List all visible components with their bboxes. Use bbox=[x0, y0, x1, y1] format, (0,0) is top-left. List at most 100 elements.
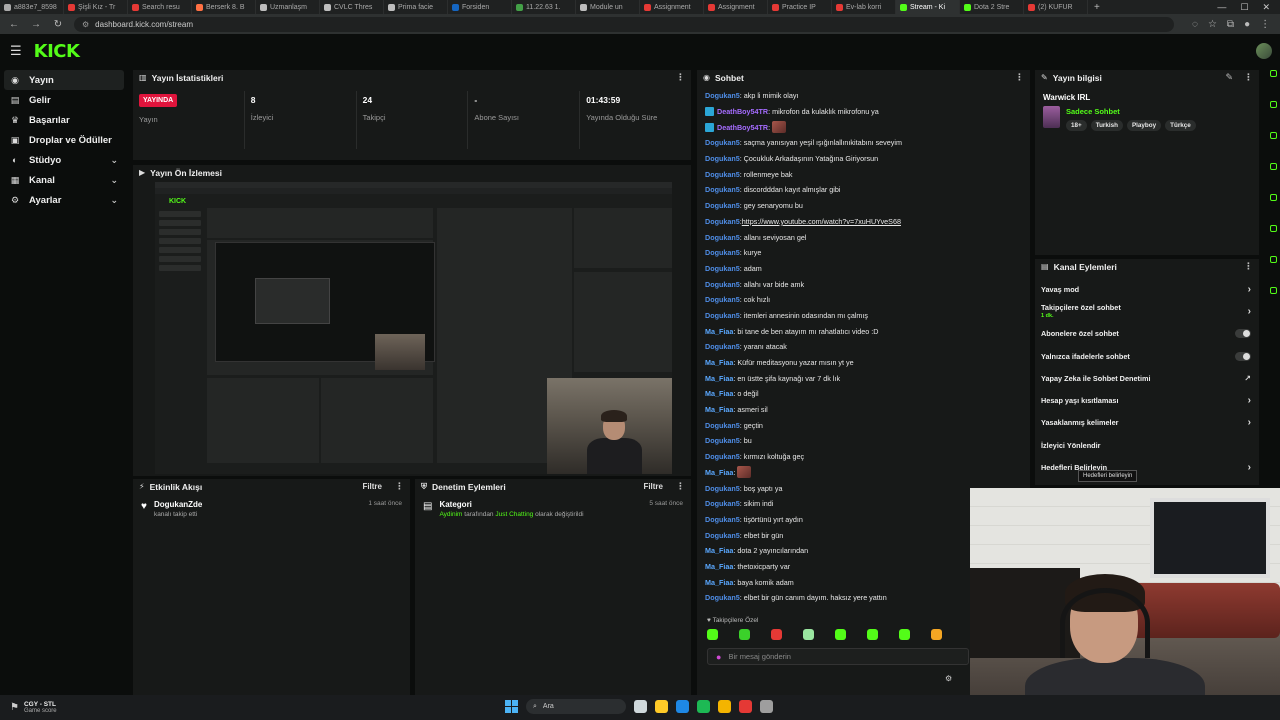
emote-icon[interactable] bbox=[739, 629, 750, 640]
bookmark-star-icon[interactable]: ☆ bbox=[1208, 19, 1217, 30]
chat-username[interactable]: Dogukan5 bbox=[705, 138, 740, 147]
chat-username[interactable]: Dogukan5 bbox=[705, 531, 740, 540]
chat-username[interactable]: Dogukan5 bbox=[705, 201, 740, 210]
stream-preview-video[interactable]: KICK bbox=[155, 182, 672, 474]
sidebar-item-5[interactable]: ▦ Kanal ⌄ bbox=[4, 170, 124, 190]
taskbar-app-icon[interactable] bbox=[739, 700, 752, 713]
channel-action-item[interactable]: Hedefleri Belirleyin › bbox=[1035, 456, 1259, 478]
chat-link[interactable]: https://www.youtube.com/watch?v=7xuHUYve… bbox=[742, 217, 901, 226]
chat-username[interactable]: Dogukan5 bbox=[705, 342, 740, 351]
channel-action-item[interactable]: Yalnızca ifadelerle sohbet bbox=[1035, 345, 1259, 367]
chat-username[interactable]: Dogukan5 bbox=[705, 499, 740, 508]
chat-username[interactable]: Dogukan5 bbox=[705, 295, 740, 304]
channel-action-item[interactable]: Yasaklanmış kelimeler › bbox=[1035, 412, 1259, 434]
chat-username[interactable]: Dogukan5 bbox=[705, 154, 740, 163]
browser-tab[interactable]: Ev-lab korri bbox=[832, 0, 896, 14]
eye-off-icon[interactable]: ◌ bbox=[1192, 19, 1198, 30]
stream-tag[interactable]: Playboy bbox=[1126, 120, 1162, 131]
channel-action-item[interactable]: Yavaş mod › bbox=[1035, 278, 1259, 300]
more-options-icon[interactable]: ⋮ bbox=[1015, 72, 1024, 83]
hamburger-menu-icon[interactable]: ☰ bbox=[10, 43, 22, 59]
chat-settings-icon[interactable]: ⚙ bbox=[945, 674, 952, 683]
browser-tab[interactable]: Uzmanlaşm bbox=[256, 0, 320, 14]
channel-action-item[interactable]: Yapay Zeka ile Sohbet Denetimi ↗ bbox=[1035, 367, 1259, 389]
channel-action-item[interactable]: Takipçilere özel sohbet 1 dk. › bbox=[1035, 300, 1259, 322]
chat-username[interactable]: Dogukan5 bbox=[705, 91, 740, 100]
chat-username[interactable]: Dogukan5 bbox=[705, 484, 740, 493]
chat-username[interactable]: Dogukan5 bbox=[705, 452, 740, 461]
browser-tab[interactable]: Module un bbox=[576, 0, 640, 14]
chat-username[interactable]: DeathBoy54TR bbox=[717, 107, 768, 116]
chat-input[interactable]: ● Bir mesaj gönderin bbox=[707, 648, 969, 665]
chat-username[interactable]: Dogukan5 bbox=[705, 217, 740, 226]
chat-username[interactable]: Ma_Fiaa bbox=[705, 546, 733, 555]
taskbar-app-icon[interactable] bbox=[634, 700, 647, 713]
stream-tag[interactable]: Turkish bbox=[1090, 120, 1123, 131]
taskbar-app-icon[interactable] bbox=[718, 700, 731, 713]
chat-username[interactable]: Dogukan5 bbox=[705, 280, 740, 289]
close-icon[interactable]: ✕ bbox=[1262, 2, 1270, 13]
browser-tab[interactable]: Practice IP bbox=[768, 0, 832, 14]
channel-action-item[interactable]: İzleyici Yönlendir bbox=[1035, 434, 1259, 456]
channel-action-item[interactable]: Hesap yaşı kısıtlaması › bbox=[1035, 389, 1259, 411]
moderation-filter-button[interactable]: Filtre bbox=[643, 482, 663, 491]
more-options-icon[interactable]: ⋮ bbox=[395, 481, 404, 492]
browser-tab[interactable]: Search resu bbox=[128, 0, 192, 14]
emote-icon[interactable] bbox=[931, 629, 942, 640]
chat-username[interactable]: Dogukan5 bbox=[705, 233, 740, 242]
chat-username[interactable]: Dogukan5 bbox=[705, 264, 740, 273]
extensions-icon[interactable]: ⧉ bbox=[1227, 19, 1234, 30]
emote-icon[interactable] bbox=[835, 629, 846, 640]
sidebar-item-2[interactable]: ♛ Başarılar bbox=[4, 110, 124, 130]
browser-tab[interactable]: Dota 2 Stre bbox=[960, 0, 1024, 14]
emote-icon[interactable] bbox=[899, 629, 910, 640]
sidebar-item-3[interactable]: ▣ Droplar ve Ödüller bbox=[4, 130, 124, 150]
user-avatar[interactable] bbox=[1256, 43, 1272, 59]
chat-username[interactable]: Ma_Fiaa bbox=[705, 374, 733, 383]
emote-icon[interactable] bbox=[707, 629, 718, 640]
maximize-icon[interactable]: ☐ bbox=[1240, 2, 1248, 13]
sidebar-item-4[interactable]: ◐ Stüdyo ⌄ bbox=[4, 150, 124, 170]
edge-button-icon[interactable] bbox=[1269, 70, 1277, 77]
taskbar-widget[interactable]: ⚑ CGY - STL Game score bbox=[0, 701, 57, 714]
browser-tab[interactable]: Assignment bbox=[704, 0, 768, 14]
chat-username[interactable]: Dogukan5 bbox=[705, 170, 740, 179]
taskbar-search[interactable]: ⌕ Ara bbox=[526, 699, 626, 714]
taskbar-app-icon[interactable] bbox=[760, 700, 773, 713]
activity-filter-button[interactable]: Filtre bbox=[362, 482, 382, 491]
chat-username[interactable]: Dogukan5 bbox=[705, 515, 740, 524]
browser-tab[interactable]: CVLC Thres bbox=[320, 0, 384, 14]
chat-username[interactable]: Ma_Fiaa bbox=[705, 562, 733, 571]
edge-button-icon[interactable] bbox=[1269, 132, 1277, 139]
windows-start-icon[interactable] bbox=[505, 700, 518, 713]
edge-button-icon[interactable] bbox=[1269, 194, 1277, 201]
moderation-category[interactable]: Just Chatting bbox=[495, 511, 533, 518]
profile-icon[interactable]: ● bbox=[1244, 19, 1250, 30]
minimize-icon[interactable]: — bbox=[1217, 2, 1226, 13]
chat-username[interactable]: Dogukan5 bbox=[705, 311, 740, 320]
chat-username[interactable]: Ma_Fiaa bbox=[705, 389, 733, 398]
forward-icon[interactable]: → bbox=[30, 19, 42, 30]
site-info-icon[interactable]: ⚙ bbox=[82, 20, 89, 29]
browser-tab[interactable]: Assignment bbox=[640, 0, 704, 14]
edge-button-icon[interactable] bbox=[1269, 101, 1277, 108]
sidebar-item-0[interactable]: ◉ Yayın bbox=[4, 70, 124, 90]
moderation-actor[interactable]: Aydinim bbox=[439, 511, 462, 518]
stream-tag[interactable]: 18+ bbox=[1066, 120, 1087, 131]
chat-username[interactable]: Dogukan5 bbox=[705, 436, 740, 445]
browser-tab[interactable]: Prima facie bbox=[384, 0, 448, 14]
chat-username[interactable]: Dogukan5 bbox=[705, 248, 740, 257]
chat-username[interactable]: Dogukan5 bbox=[705, 421, 740, 430]
browser-tab[interactable]: (2) KUFUR bbox=[1024, 0, 1088, 14]
more-options-icon[interactable]: ⋮ bbox=[1244, 72, 1253, 83]
emote-icon[interactable] bbox=[867, 629, 878, 640]
emote-icon[interactable] bbox=[803, 629, 814, 640]
url-bar[interactable]: ⚙ dashboard.kick.com/stream bbox=[74, 16, 1174, 32]
sidebar-item-6[interactable]: ⚙ Ayarlar ⌄ bbox=[4, 190, 124, 210]
channel-action-item[interactable]: Abonelere özel sohbet bbox=[1035, 323, 1259, 345]
taskbar-app-icon[interactable] bbox=[676, 700, 689, 713]
chat-username[interactable]: Dogukan5 bbox=[705, 185, 740, 194]
chat-username[interactable]: Ma_Fiaa bbox=[705, 578, 733, 587]
chat-username[interactable]: Ma_Fiaa bbox=[705, 327, 733, 336]
edge-button-icon[interactable] bbox=[1269, 225, 1277, 232]
